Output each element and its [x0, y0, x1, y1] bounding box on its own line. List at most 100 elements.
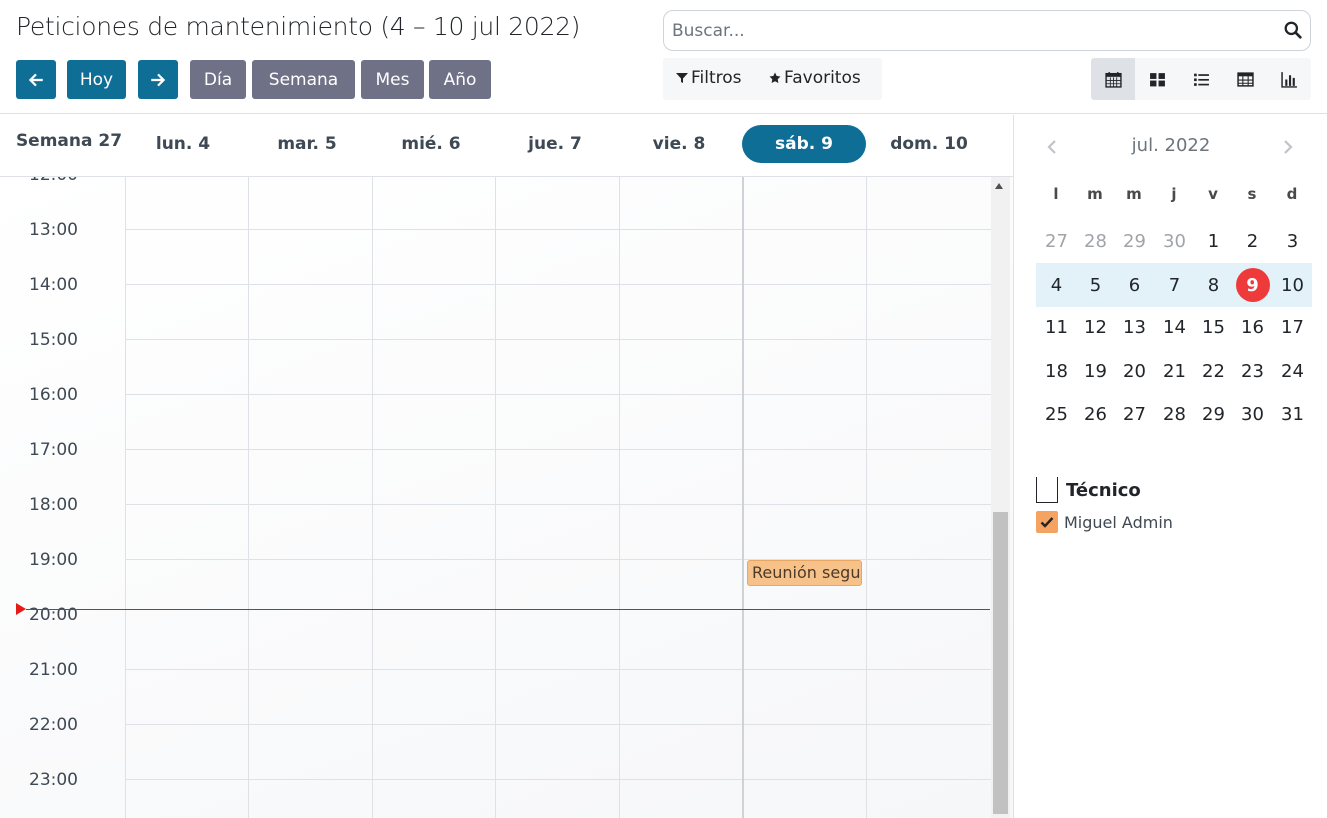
search-bar [663, 10, 1311, 51]
scrollbar-thumb[interactable] [993, 512, 1008, 814]
time-label: 14:00 [29, 275, 78, 295]
mini-calendar-day[interactable]: 5 [1076, 267, 1115, 303]
star-icon [769, 72, 781, 83]
hour-line [125, 504, 991, 505]
filter-icon [676, 73, 688, 83]
hour-line [125, 779, 991, 780]
day-header-tue[interactable]: mar. 5 [245, 125, 369, 163]
calendar-icon [1104, 71, 1122, 88]
mini-calendar-day[interactable]: 27 [1115, 396, 1154, 432]
mini-calendar-day[interactable]: 27 [1037, 223, 1076, 259]
arrow-left-icon [28, 73, 43, 86]
day-column-line [248, 177, 249, 818]
view-switcher [1091, 58, 1311, 100]
time-label: 19:00 [29, 550, 78, 570]
day-header-sun[interactable]: dom. 10 [867, 125, 991, 163]
mini-calendar-day[interactable]: 28 [1076, 223, 1115, 259]
day-header-wed[interactable]: mié. 6 [369, 125, 493, 163]
next-button[interactable] [138, 60, 178, 99]
mini-calendar-day[interactable]: 17 [1273, 309, 1312, 345]
scale-year-button[interactable]: Año [429, 60, 491, 99]
filter-checkbox[interactable] [1036, 511, 1058, 533]
mini-calendar-day[interactable]: 30 [1155, 223, 1194, 259]
mini-calendar-day[interactable]: 21 [1155, 353, 1194, 389]
previous-button[interactable] [16, 60, 56, 99]
mini-calendar-day[interactable]: 3 [1273, 223, 1312, 259]
search-icon[interactable] [1284, 21, 1302, 39]
mini-calendar-day[interactable]: 29 [1115, 223, 1154, 259]
scroll-up-arrow-icon[interactable] [995, 183, 1003, 189]
mini-calendar-day[interactable]: 2 [1233, 223, 1272, 259]
filter-section-title: Técnico [1066, 479, 1141, 501]
day-column-line [125, 177, 126, 818]
calendar-view-button[interactable] [1091, 58, 1135, 100]
search-input[interactable] [672, 19, 1272, 43]
mini-calendar-day[interactable]: 10 [1273, 267, 1312, 303]
mini-calendar-day[interactable]: 7 [1155, 267, 1194, 303]
hour-line [125, 284, 991, 285]
checkmark-icon [1040, 517, 1054, 528]
scale-month-button[interactable]: Mes [361, 60, 424, 99]
chevron-left-icon[interactable] [1042, 137, 1062, 157]
scale-week-button[interactable]: Semana [252, 60, 355, 99]
time-grid[interactable]: 12:00 13:00 14:00 15:00 16:00 17:00 18:0… [0, 177, 1013, 818]
calendar-event[interactable]: Reunión seguimiento [747, 560, 862, 586]
mini-calendar-today[interactable]: 9 [1233, 267, 1272, 303]
filters-label: Filtros [691, 68, 742, 88]
mini-calendar-day[interactable]: 18 [1037, 353, 1076, 389]
mini-calendar-day[interactable]: 16 [1233, 309, 1272, 345]
pivot-view-button[interactable] [1223, 58, 1267, 100]
mini-calendar-day[interactable]: 29 [1194, 396, 1233, 432]
mini-calendar-day[interactable]: 1 [1194, 223, 1233, 259]
mini-calendar-day[interactable]: 8 [1194, 267, 1233, 303]
day-header-fri[interactable]: vie. 8 [617, 125, 741, 163]
mini-calendar-day[interactable]: 4 [1037, 267, 1076, 303]
mini-calendar-day[interactable]: 26 [1076, 396, 1115, 432]
today-button[interactable]: Hoy [67, 60, 126, 99]
mini-calendar-day[interactable]: 31 [1273, 396, 1312, 432]
mini-calendar-day[interactable]: 19 [1076, 353, 1115, 389]
mini-calendar-day[interactable]: 12 [1076, 309, 1115, 345]
search-options: Filtros Favoritos [663, 58, 882, 100]
weekday-label: d [1286, 185, 1298, 203]
mini-calendar-day[interactable]: 15 [1194, 309, 1233, 345]
filter-item-label: Miguel Admin [1064, 512, 1173, 532]
mini-calendar-day[interactable]: 28 [1155, 396, 1194, 432]
mini-calendar-day[interactable]: 24 [1273, 353, 1312, 389]
kanban-view-button[interactable] [1135, 58, 1179, 100]
graph-view-button[interactable] [1267, 58, 1311, 100]
scrollbar[interactable] [991, 177, 1010, 818]
chevron-right-icon[interactable] [1278, 137, 1298, 157]
favorites-button[interactable]: Favoritos [769, 68, 861, 88]
time-label: 23:00 [29, 770, 78, 790]
filters-button[interactable]: Filtros [676, 68, 742, 88]
day-header-mon[interactable]: lun. 4 [121, 125, 245, 163]
time-label: 21:00 [29, 660, 78, 680]
scale-day-button[interactable]: Día [190, 60, 246, 99]
filter-item-miguel-admin[interactable]: Miguel Admin [1036, 511, 1316, 533]
weekday-label: j [1171, 185, 1177, 203]
day-header-thu[interactable]: jue. 7 [493, 125, 617, 163]
time-label: 12:00 [0, 177, 100, 185]
mini-calendar-day[interactable]: 22 [1194, 353, 1233, 389]
time-label: 13:00 [29, 220, 78, 240]
mini-calendar-day[interactable]: 11 [1037, 309, 1076, 345]
mini-calendar-day[interactable]: 14 [1155, 309, 1194, 345]
mini-calendar-day[interactable]: 25 [1037, 396, 1076, 432]
list-view-button[interactable] [1179, 58, 1223, 100]
time-label: 15:00 [29, 330, 78, 350]
day-column-line [619, 177, 620, 818]
current-time-marker [16, 603, 26, 615]
hour-line [125, 339, 991, 340]
time-label: 20:00 [29, 605, 78, 625]
weekday-label: s [1247, 185, 1257, 203]
mini-calendar-day[interactable]: 20 [1115, 353, 1154, 389]
mini-calendar-day[interactable]: 23 [1233, 353, 1272, 389]
mini-calendar-day[interactable]: 30 [1233, 396, 1272, 432]
day-column-line [866, 177, 867, 818]
pivot-icon [1236, 71, 1254, 87]
filter-toggle-box[interactable] [1036, 477, 1058, 503]
mini-calendar-day[interactable]: 13 [1115, 309, 1154, 345]
mini-calendar-day[interactable]: 6 [1115, 267, 1154, 303]
day-header-sat[interactable]: sáb. 9 [742, 125, 866, 163]
